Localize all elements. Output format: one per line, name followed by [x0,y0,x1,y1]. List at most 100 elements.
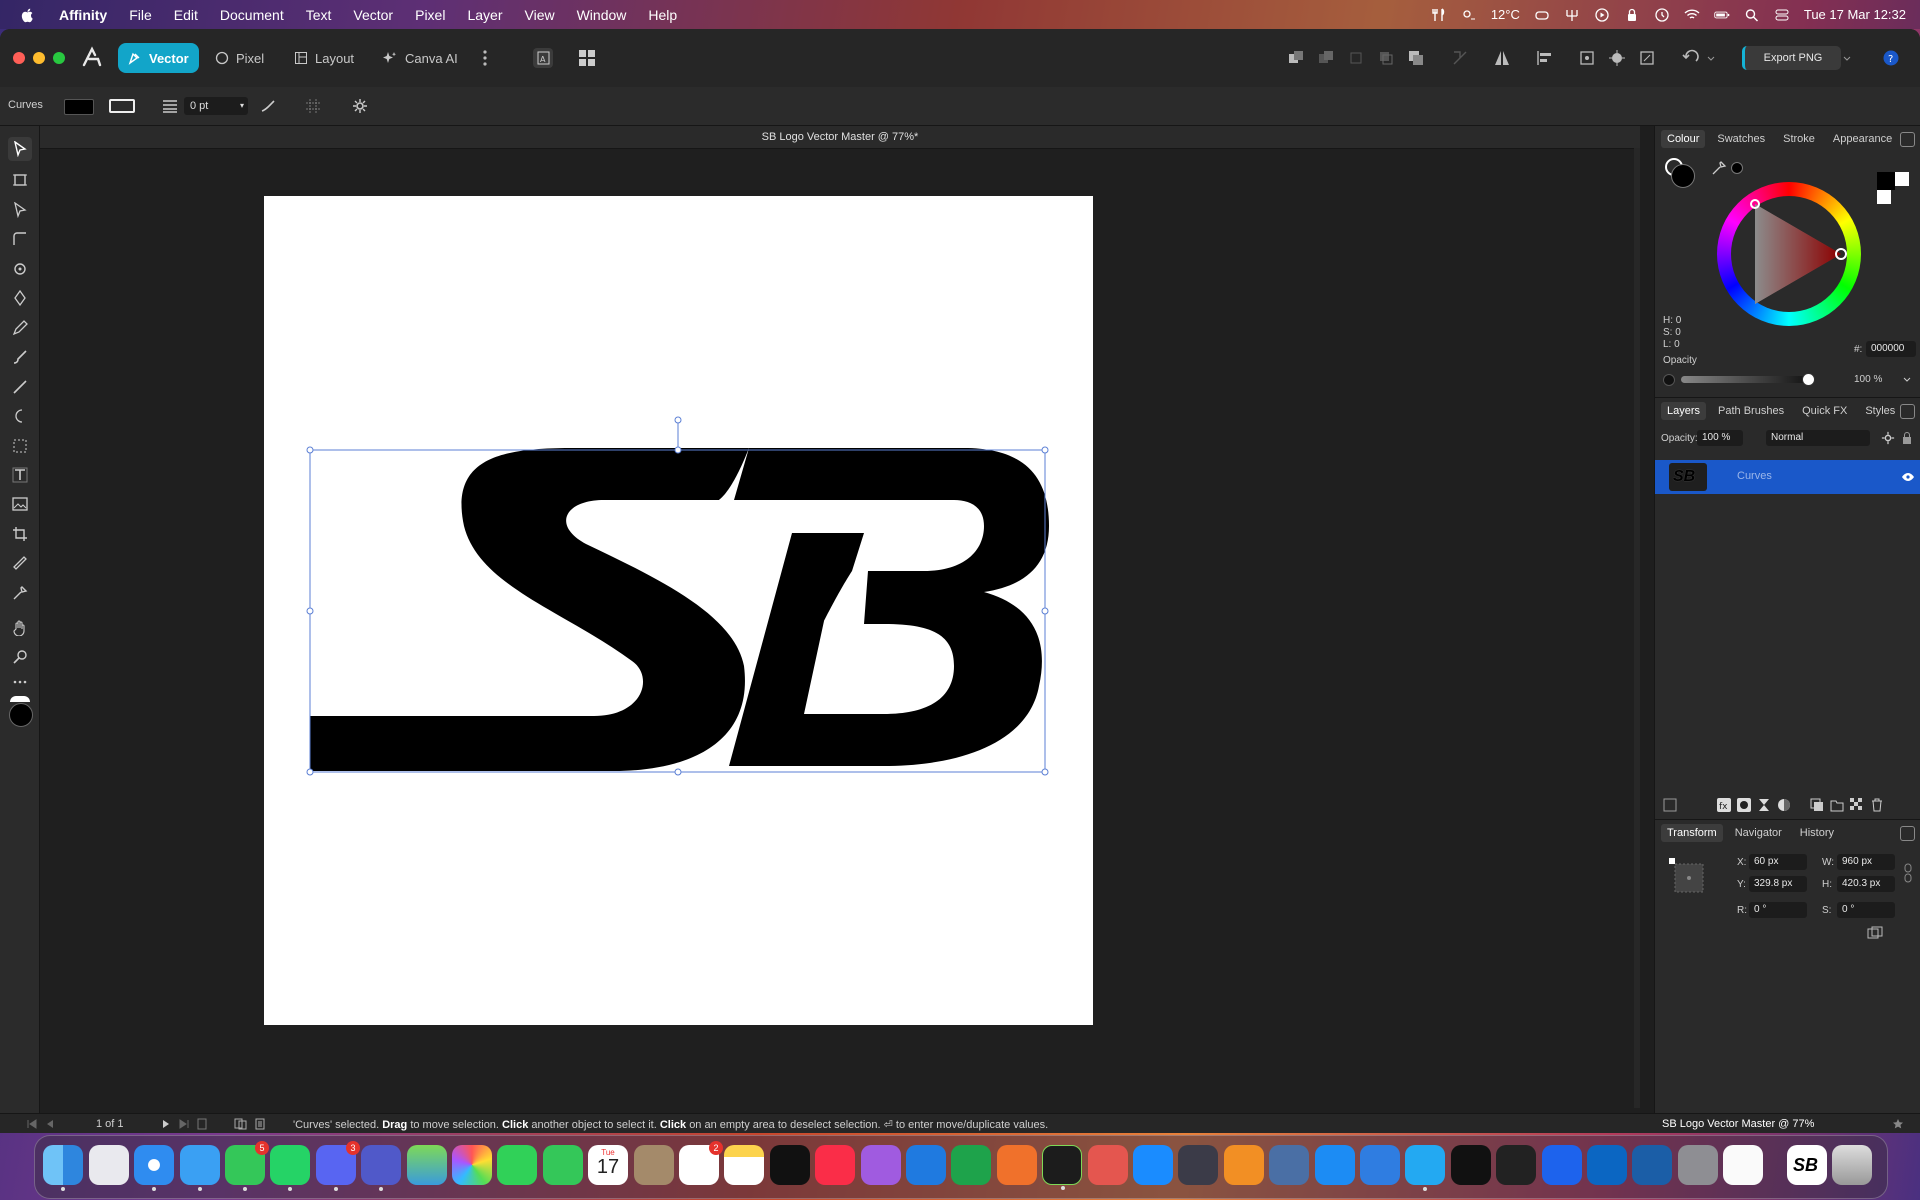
notes-icon[interactable] [724,1145,764,1185]
teams-icon[interactable] [361,1145,401,1191]
menu-document[interactable]: Document [209,7,295,23]
menu-file[interactable]: File [118,7,163,23]
pitchfork-icon[interactable] [1564,8,1580,22]
layer-lock-icon[interactable] [1901,431,1913,445]
lock-icon[interactable] [1624,8,1640,22]
place-tool[interactable] [8,434,32,458]
close-window-button[interactable] [13,52,25,64]
export-png-button[interactable]: Export PNG [1742,46,1841,70]
hex-input[interactable]: 000000 [1866,341,1916,357]
menu-layer[interactable]: Layer [456,7,513,23]
battery-icon[interactable] [1714,8,1730,22]
rotation-field[interactable]: 0 ° [1749,902,1807,918]
opacity-slider[interactable] [1681,376,1811,383]
zoom-tool[interactable] [8,645,32,669]
transform-objects-icon[interactable] [1867,926,1883,940]
align-icon[interactable] [1536,49,1554,67]
pages-icon[interactable] [997,1145,1037,1185]
delete-layer-icon[interactable] [1870,798,1884,812]
layer-row-curves[interactable]: SB Curves [1655,460,1920,494]
snapping-icon[interactable] [1608,49,1626,67]
temperature-readout[interactable]: 12°C [1491,7,1520,22]
sb-logo-preview-icon[interactable]: SB [1787,1145,1827,1185]
wifi-icon[interactable] [1684,8,1700,22]
menu-view[interactable]: View [514,7,566,23]
affinity-logo-icon[interactable] [80,45,104,69]
opacity-slider-thumb[interactable] [1802,373,1815,386]
persona-pixel-button[interactable]: Pixel [205,43,274,73]
menu-text[interactable]: Text [295,7,343,23]
persona-canva-ai-button[interactable]: Canva AI [372,43,468,73]
apple-tv-icon[interactable] [770,1145,810,1185]
prev-page-icon[interactable] [44,1118,56,1130]
transparency-tool[interactable] [8,404,32,428]
phone-icon[interactable] [543,1145,583,1185]
menu-pixel[interactable]: Pixel [404,7,456,23]
rocketsim-icon[interactable] [1088,1145,1128,1185]
tab-transform[interactable]: Transform [1661,824,1723,842]
app-store-icon[interactable] [1133,1145,1173,1185]
fill-swatch[interactable] [64,99,94,115]
minimize-window-button[interactable] [33,52,45,64]
menu-window[interactable]: Window [566,7,638,23]
flip-horizontal-icon[interactable] [1493,49,1511,67]
assets-icon[interactable]: A [531,46,555,70]
stroke-width-field[interactable]: 0 pt ▾ [184,97,248,115]
blend-mode-select[interactable]: Normal [1766,430,1870,446]
vertical-scrollbar[interactable] [1634,148,1640,1108]
mail-icon[interactable] [180,1145,220,1191]
books-icon[interactable] [1224,1145,1264,1185]
zoom-window-button[interactable] [53,52,65,64]
artboard-tool[interactable] [8,168,32,192]
h-field[interactable]: 420.3 px [1837,876,1895,892]
crop-view-icon[interactable] [1638,49,1656,67]
persona-layout-button[interactable]: Layout [284,43,364,73]
add-page-icon[interactable] [196,1118,208,1130]
calendar-icon[interactable]: Tue 17 [588,1145,628,1185]
whatsapp-icon[interactable] [270,1145,310,1191]
settings-gear-icon[interactable] [352,98,368,114]
safari-icon[interactable] [134,1145,174,1191]
reminders-icon[interactable]: 2 [679,1141,723,1185]
logo-s-shape[interactable] [310,448,749,771]
menu-vector[interactable]: Vector [342,7,404,23]
blank-document-icon[interactable] [1723,1145,1763,1185]
menu-edit[interactable]: Edit [163,7,209,23]
image-tool[interactable] [8,492,32,516]
tab-stroke[interactable]: Stroke [1777,130,1821,148]
weather-icon[interactable] [1461,8,1477,22]
shear-field[interactable]: 0 ° [1837,902,1895,918]
layer-visibility-eye-icon[interactable] [1901,471,1915,483]
control-center-icon[interactable] [1774,8,1790,22]
more-options-icon[interactable] [480,49,490,67]
contacts-icon[interactable] [634,1145,674,1185]
mask-icon[interactable] [1737,798,1751,812]
color-picker-tool[interactable] [8,581,32,605]
docker-icon[interactable] [1542,1145,1582,1185]
layer-opacity-field[interactable]: 100 % [1697,430,1743,446]
persona-vector-button[interactable]: Vector [118,43,199,73]
pen-tool[interactable] [8,286,32,310]
activity-monitor-icon[interactable] [1451,1145,1491,1185]
menu-app-name[interactable]: Affinity [48,7,118,23]
pressure-icon[interactable] [260,98,276,114]
launchpad-icon[interactable] [89,1145,129,1185]
last-page-icon[interactable] [178,1118,190,1130]
controller-icon[interactable] [1534,8,1550,22]
tab-appearance[interactable]: Appearance [1827,130,1898,148]
files-icon[interactable] [1360,1145,1400,1185]
windows-app-icon[interactable] [1587,1145,1627,1185]
lock-aspect-icon[interactable] [1903,862,1913,884]
stroke-width-dropdown-icon[interactable]: ▾ [240,97,244,115]
trash-icon[interactable] [1832,1145,1872,1185]
undo-dropdown-icon[interactable] [1706,49,1716,67]
help-icon[interactable]: ? [1882,49,1900,67]
undo-icon[interactable] [1682,49,1700,67]
tab-quick-fx[interactable]: Quick FX [1796,402,1853,420]
stroke-swatch[interactable] [109,99,135,113]
tab-history[interactable]: History [1794,824,1840,842]
opacity-value[interactable]: 100 % [1854,374,1882,385]
crop-tool[interactable] [8,522,32,546]
fill-colour-well[interactable] [9,703,33,727]
live-filter-icon[interactable] [1777,798,1791,812]
